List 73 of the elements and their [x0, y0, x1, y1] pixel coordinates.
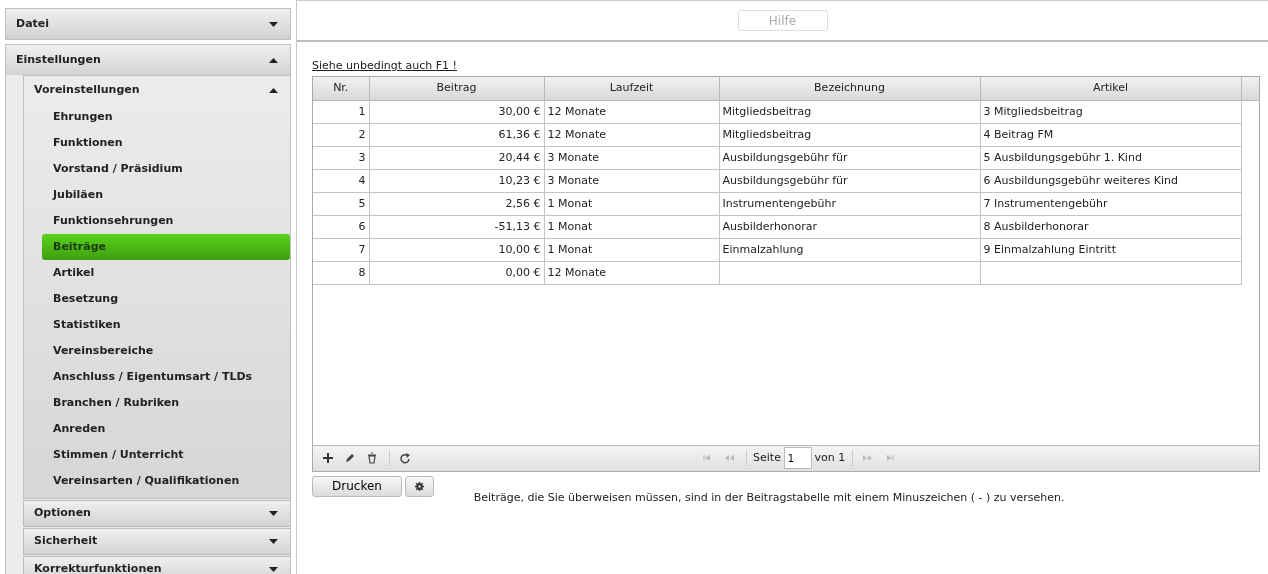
- table-cell: Mitgliedsbeitrag: [719, 100, 980, 124]
- table-cell: 12 Monate: [544, 100, 719, 124]
- menu-item[interactable]: Statistiken: [42, 312, 290, 338]
- table-cell: 7 Instrumentengebühr: [980, 192, 1241, 216]
- table-cell: 4: [313, 169, 369, 193]
- table-cell: Instrumentengebühr: [719, 192, 980, 216]
- settings-button[interactable]: [404, 475, 434, 497]
- table-cell: Mitgliedsbeitrag: [719, 123, 980, 147]
- table-cell: 6 Ausbildungsgebühr weiteres Kind: [980, 169, 1241, 193]
- table-cell: 1 Monat: [544, 238, 719, 262]
- menu-item[interactable]: Vorstand / Präsidium: [42, 156, 290, 182]
- table-cell: 0,00 €: [369, 261, 544, 285]
- column-header[interactable]: Beitrag: [369, 76, 544, 101]
- table-cell: Ausbildungsgebühr für: [719, 169, 980, 193]
- column-header[interactable]: Nr.: [313, 76, 369, 101]
- menu-item[interactable]: Jubiläen: [42, 182, 290, 208]
- table-cell: 10,00 €: [369, 238, 544, 262]
- table-cell: 8: [313, 261, 369, 285]
- table-cell: 2: [313, 123, 369, 147]
- menu-item[interactable]: Stimmen / Unterricht: [42, 442, 290, 468]
- group-header[interactable]: Korrekturfunktionen: [23, 556, 290, 574]
- table-cell: 5 Ausbildungsgebühr 1. Kind: [980, 146, 1241, 170]
- menu-item[interactable]: Funktionsehrungen: [42, 208, 290, 234]
- table-cell: 61,36 €: [369, 123, 544, 147]
- page-count: von 1: [814, 449, 846, 466]
- column-header[interactable]: Laufzeit: [544, 76, 719, 101]
- column-header[interactable]: Bezeichnung: [719, 76, 980, 101]
- table-cell: 1 Monat: [544, 192, 719, 216]
- menu-item[interactable]: Funktionen: [42, 130, 290, 156]
- table-cell: 12 Monate: [544, 123, 719, 147]
- table-cell: 1: [313, 100, 369, 124]
- menu-item[interactable]: Beiträge: [42, 234, 290, 260]
- section-header[interactable]: Datei: [6, 9, 290, 39]
- header-filler: [1241, 76, 1259, 101]
- table-cell: 9 Einmalzahlung Eintritt: [980, 238, 1241, 262]
- group-header[interactable]: Voreinstellungen: [24, 76, 290, 104]
- table-cell: Einmalzahlung: [719, 238, 980, 262]
- page-field[interactable]: 1: [783, 447, 812, 469]
- menu-item[interactable]: Vereinsbereiche: [42, 338, 290, 364]
- table-cell: 20,44 €: [369, 146, 544, 170]
- table-cell: Ausbildungsgebühr für: [719, 146, 980, 170]
- print-button[interactable]: Drucken: [312, 475, 402, 497]
- table-cell: Ausbilderhonorar: [719, 215, 980, 239]
- table-cell: 3 Monate: [544, 146, 719, 170]
- table-cell: 10,23 €: [369, 169, 544, 193]
- menu-item[interactable]: Ehrungen: [42, 104, 290, 130]
- table-cell: 7: [313, 238, 369, 262]
- menu-item[interactable]: Anreden: [42, 416, 290, 442]
- column-header[interactable]: Artikel: [980, 76, 1241, 101]
- table-cell: 4 Beitrag FM: [980, 123, 1241, 147]
- menu-item[interactable]: Artikel: [42, 260, 290, 286]
- table-cell: 12 Monate: [544, 261, 719, 285]
- table-cell: -51,13 €: [369, 215, 544, 239]
- page-label: Seite: [753, 449, 781, 466]
- table-cell: 3 Mitgliedsbeitrag: [980, 100, 1241, 124]
- table-cell: 1 Monat: [544, 215, 719, 239]
- note-text: Beiträge, die Sie überweisen müssen, sind in der Beitragstabelle mit einem Minuszeichen ( - ) zu versehen.: [473, 489, 1065, 506]
- group-header[interactable]: Optionen: [23, 500, 290, 527]
- gear-icon: [414, 481, 424, 491]
- table-cell: 6: [313, 215, 369, 239]
- table-cell: 3: [313, 146, 369, 170]
- help-link[interactable]: Siehe unbedingt auch F1 !: [312, 59, 457, 72]
- table-cell: 8 Ausbilderhonorar: [980, 215, 1241, 239]
- menu-item[interactable]: Vereinsarten / Qualifikationen: [42, 468, 290, 494]
- menu-item[interactable]: Besetzung: [42, 286, 290, 312]
- menu-item[interactable]: Branchen / Rubriken: [42, 390, 290, 416]
- group-header[interactable]: Sicherheit: [23, 528, 290, 555]
- table-cell: 3 Monate: [544, 169, 719, 193]
- table-cell: 2,56 €: [369, 192, 544, 216]
- menu-item[interactable]: Anschluss / Eigentumsart / TLDs: [42, 364, 290, 390]
- table-cell: 5: [313, 192, 369, 216]
- table-cell: 30,00 €: [369, 100, 544, 124]
- section-header[interactable]: Einstellungen: [6, 45, 290, 75]
